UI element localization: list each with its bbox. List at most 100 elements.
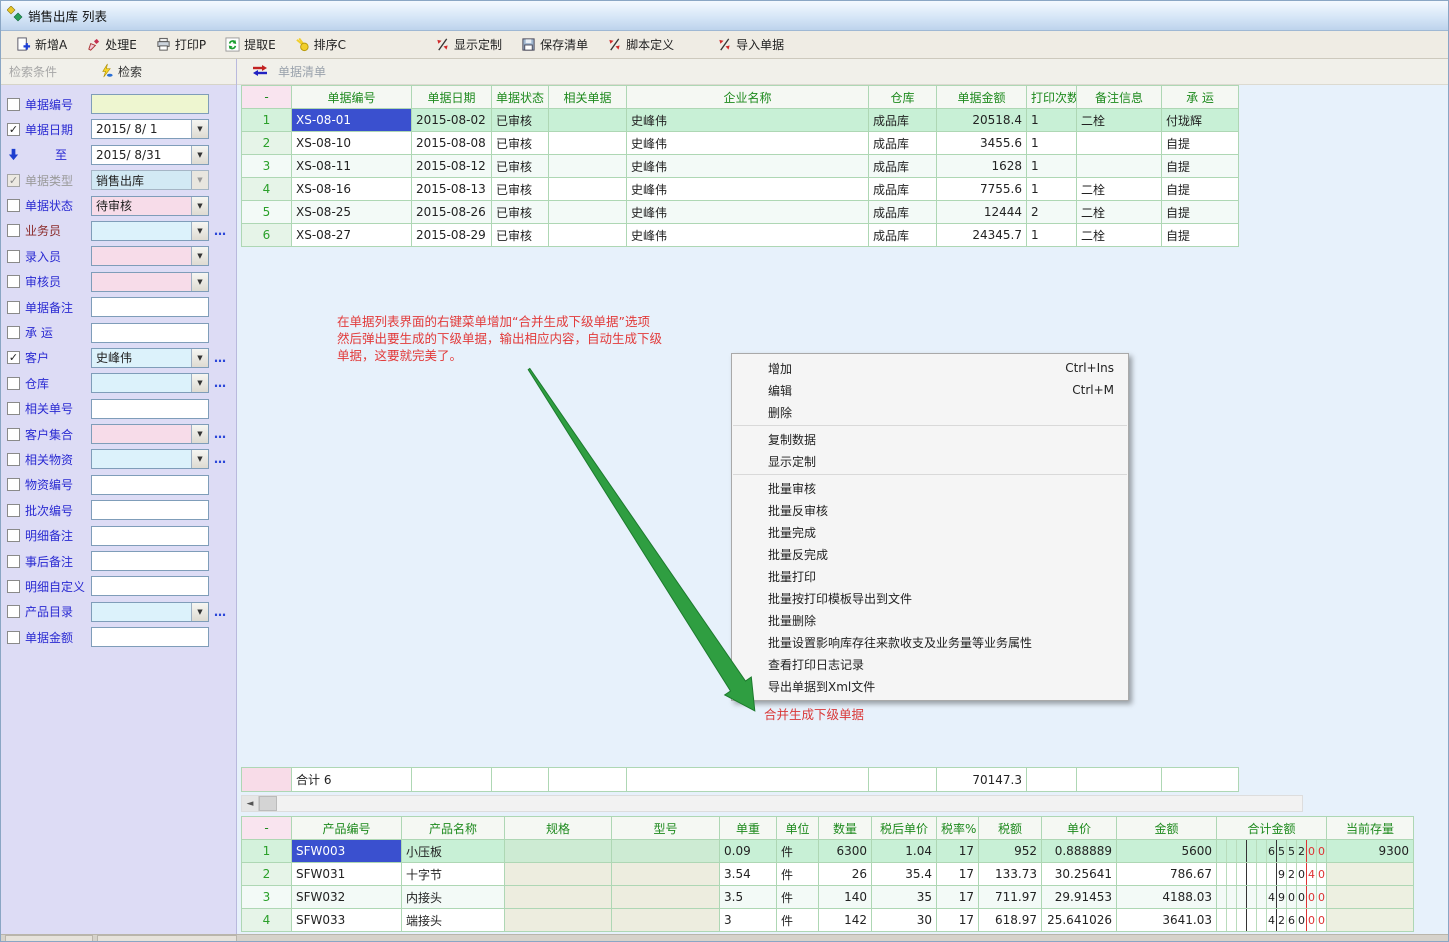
menu-item[interactable]: 批量删除 bbox=[732, 609, 1128, 631]
toolbar-button-2[interactable]: 处理E bbox=[81, 34, 142, 55]
orders-row-XS-08-27[interactable]: 6XS-08-272015-08-29已审核史峰伟成品库24345.71二栓自提 bbox=[242, 224, 1239, 247]
menu-item[interactable]: 显示定制 bbox=[732, 450, 1128, 472]
checkbox-doc-date[interactable]: ✓ bbox=[7, 123, 20, 136]
dropdown-arrow-icon[interactable]: ▼ bbox=[191, 171, 208, 189]
checkbox-warehouse[interactable] bbox=[7, 377, 20, 390]
dropdown-arrow-icon[interactable]: ▼ bbox=[191, 120, 208, 138]
details-row-SFW003[interactable]: 1SFW003小压板0.09件63001.04179520.8888895600… bbox=[242, 840, 1414, 863]
dropdown-arrow-icon[interactable]: ▼ bbox=[191, 450, 208, 468]
dropdown-arrow-icon[interactable]: ▼ bbox=[191, 374, 208, 392]
checkbox-material-no[interactable] bbox=[7, 478, 20, 491]
browse-button-related-material[interactable]: … bbox=[214, 452, 227, 466]
dropdown-salesman[interactable]: ▼ bbox=[91, 221, 209, 241]
bottom-tab[interactable] bbox=[97, 935, 237, 941]
input-carrier[interactable] bbox=[91, 323, 209, 343]
menu-item[interactable]: 编辑Ctrl+M bbox=[732, 379, 1128, 401]
checkbox-post-note[interactable] bbox=[7, 555, 20, 568]
input-batch-no[interactable] bbox=[91, 500, 209, 520]
menu-item[interactable]: 批量反完成 bbox=[732, 543, 1128, 565]
dropdown-warehouse[interactable]: ▼ bbox=[91, 373, 209, 393]
details-row-SFW031[interactable]: 2SFW031十字节3.54件2635.417133.7330.25641786… bbox=[242, 863, 1414, 886]
dropdown-customer-set[interactable]: ▼ bbox=[91, 424, 209, 444]
bottom-tab[interactable] bbox=[5, 935, 93, 941]
checkbox-customer-set[interactable] bbox=[7, 428, 20, 441]
menu-item[interactable]: 删除 bbox=[732, 401, 1128, 423]
checkbox-product-catalog[interactable] bbox=[7, 605, 20, 618]
menu-item[interactable]: 批量反审核 bbox=[732, 499, 1128, 521]
dropdown-date-to[interactable]: 2015/ 8/31▼ bbox=[91, 145, 209, 165]
toolbar-button-1[interactable]: 新增A bbox=[11, 34, 72, 55]
dropdown-doc-status[interactable]: 待审核▼ bbox=[91, 196, 209, 216]
menu-item[interactable]: 批量设置影响库存往来款收支及业务量等业务属性 bbox=[732, 631, 1128, 653]
browse-button-customer-set[interactable]: … bbox=[214, 427, 227, 441]
menu-item[interactable]: 复制数据 bbox=[732, 428, 1128, 450]
checkbox-auditor[interactable] bbox=[7, 275, 20, 288]
dropdown-arrow-icon[interactable]: ▼ bbox=[191, 197, 208, 215]
input-post-note[interactable] bbox=[91, 551, 209, 571]
checkbox-related-material[interactable] bbox=[7, 453, 20, 466]
dropdown-arrow-icon[interactable]: ▼ bbox=[191, 146, 208, 164]
input-doc-amount[interactable] bbox=[91, 627, 209, 647]
orders-row-XS-08-25[interactable]: 5XS-08-252015-08-26已审核史峰伟成品库124442二栓自提 bbox=[242, 201, 1239, 224]
browse-button-customer[interactable]: … bbox=[214, 351, 227, 365]
checkbox-customer[interactable]: ✓ bbox=[7, 351, 20, 364]
dropdown-arrow-icon[interactable]: ▼ bbox=[191, 222, 208, 240]
dropdown-arrow-icon[interactable]: ▼ bbox=[191, 247, 208, 265]
menu-item[interactable]: 查看打印日志记录 bbox=[732, 653, 1128, 675]
input-doc-no[interactable] bbox=[91, 94, 209, 114]
browse-button-product-catalog[interactable]: … bbox=[214, 605, 227, 619]
input-doc-note[interactable] bbox=[91, 297, 209, 317]
checkbox-carrier[interactable] bbox=[7, 326, 20, 339]
dropdown-entry-clerk[interactable]: ▼ bbox=[91, 246, 209, 266]
toolbar-button-4[interactable]: 提取E bbox=[220, 34, 281, 55]
dropdown-arrow-icon[interactable]: ▼ bbox=[191, 425, 208, 443]
dropdown-customer[interactable]: 史峰伟▼ bbox=[91, 348, 209, 368]
menu-item[interactable]: 批量完成 bbox=[732, 521, 1128, 543]
checkbox-salesman[interactable] bbox=[7, 224, 20, 237]
checkbox-doc-status[interactable] bbox=[7, 199, 20, 212]
input-detail-note[interactable] bbox=[91, 526, 209, 546]
horizontal-scrollbar[interactable]: ◄ bbox=[241, 795, 1303, 812]
dropdown-doc-date[interactable]: 2015/ 8/ 1▼ bbox=[91, 119, 209, 139]
dropdown-related-material[interactable]: ▼ bbox=[91, 449, 209, 469]
input-material-no[interactable] bbox=[91, 475, 209, 495]
toolbar-button-3[interactable]: 打印P bbox=[151, 34, 211, 55]
dropdown-auditor[interactable]: ▼ bbox=[91, 272, 209, 292]
browse-button-salesman[interactable]: … bbox=[214, 224, 227, 238]
orders-row-XS-08-10[interactable]: 2XS-08-102015-08-08已审核史峰伟成品库3455.61自提 bbox=[242, 132, 1239, 155]
checkbox-doc-note[interactable] bbox=[7, 301, 20, 314]
checkbox-doc-no[interactable] bbox=[7, 98, 20, 111]
dropdown-arrow-icon[interactable]: ▼ bbox=[191, 273, 208, 291]
checkbox-detail-note[interactable] bbox=[7, 529, 20, 542]
browse-button-warehouse[interactable]: … bbox=[214, 376, 227, 390]
orders-row-XS-08-01[interactable]: 1XS-08-012015-08-02已审核史峰伟成品库20518.41二栓付珑… bbox=[242, 109, 1239, 132]
checkbox-doc-amount[interactable] bbox=[7, 631, 20, 644]
search-button[interactable]: 检索 bbox=[99, 63, 142, 81]
pending-menu-item[interactable]: 合并生成下级单据 bbox=[764, 704, 864, 723]
menu-item[interactable]: 导出单据到Xml文件 bbox=[732, 675, 1128, 697]
input-related-no[interactable] bbox=[91, 399, 209, 419]
toolbar-button-9[interactable]: 导入单据 bbox=[712, 34, 789, 55]
scrollbar-thumb[interactable] bbox=[259, 796, 277, 811]
toolbar-button-8[interactable]: 脚本定义 bbox=[602, 34, 679, 55]
dropdown-doc-type[interactable]: 销售出库▼ bbox=[91, 170, 209, 190]
checkbox-related-no[interactable] bbox=[7, 402, 20, 415]
toolbar-button-7[interactable]: 保存清单 bbox=[516, 34, 593, 55]
toolbar-button-6[interactable]: 显示定制 bbox=[430, 34, 507, 55]
checkbox-batch-no[interactable] bbox=[7, 504, 20, 517]
orders-row-XS-08-11[interactable]: 3XS-08-112015-08-12已审核史峰伟成品库16281自提 bbox=[242, 155, 1239, 178]
checkbox-detail-custom[interactable] bbox=[7, 580, 20, 593]
dropdown-product-catalog[interactable]: ▼ bbox=[91, 602, 209, 622]
orders-row-XS-08-16[interactable]: 4XS-08-162015-08-13已审核史峰伟成品库7755.61二栓自提 bbox=[242, 178, 1239, 201]
menu-item[interactable]: 增加Ctrl+Ins bbox=[732, 357, 1128, 379]
input-detail-custom[interactable] bbox=[91, 576, 209, 596]
checkbox-doc-type[interactable]: ✓ bbox=[7, 174, 20, 187]
dropdown-arrow-icon[interactable]: ▼ bbox=[191, 349, 208, 367]
checkbox-entry-clerk[interactable] bbox=[7, 250, 20, 263]
menu-item[interactable]: 批量按打印模板导出到文件 bbox=[732, 587, 1128, 609]
menu-item[interactable]: 批量打印 bbox=[732, 565, 1128, 587]
scroll-left-button[interactable]: ◄ bbox=[242, 796, 259, 811]
dropdown-arrow-icon[interactable]: ▼ bbox=[191, 603, 208, 621]
toolbar-button-5[interactable]: 排序C bbox=[290, 34, 351, 55]
menu-item[interactable]: 批量审核 bbox=[732, 477, 1128, 499]
